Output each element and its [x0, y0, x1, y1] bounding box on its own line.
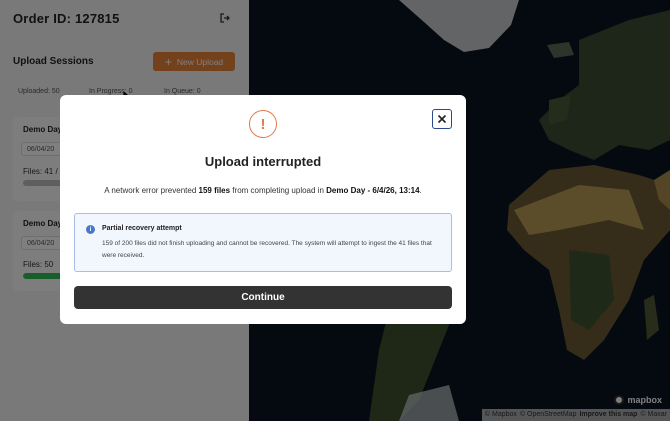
desc-middle: from completing upload in [230, 186, 327, 195]
desc-prefix: A network error prevented [104, 186, 199, 195]
info-icon: i [86, 225, 95, 234]
upload-interrupted-dialog: ! Upload interrupted A network error pre… [60, 95, 466, 324]
dialog-description: A network error prevented 159 files from… [60, 186, 466, 195]
recovery-info-box: i Partial recovery attempt 159 of 200 fi… [74, 213, 452, 272]
dialog-title: Upload interrupted [204, 154, 322, 169]
close-button[interactable] [432, 109, 452, 129]
close-icon [437, 114, 447, 124]
desc-suffix: . [419, 186, 422, 195]
info-body: 159 of 200 files did not finish uploadin… [102, 240, 432, 259]
warning-icon: ! [249, 110, 277, 138]
desc-session-name: Demo Day - 6/4/26, 13:14 [326, 186, 420, 195]
info-title: Partial recovery attempt [102, 225, 182, 232]
desc-file-count: 159 files [198, 186, 231, 195]
continue-button[interactable]: Continue [74, 286, 452, 309]
